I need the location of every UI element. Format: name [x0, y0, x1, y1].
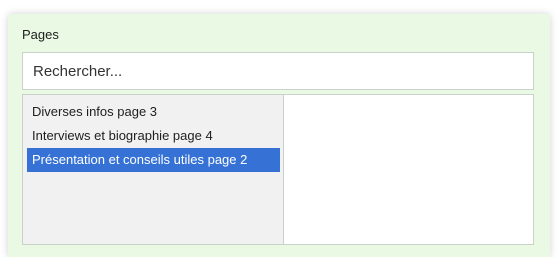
search-box [22, 52, 534, 90]
list-item[interactable]: Diverses infos page 3 [27, 100, 280, 124]
pages-panel: Pages Diverses infos page 3 Interviews e… [8, 14, 550, 257]
list-item-selected[interactable]: Présentation et conseils utiles page 2 [27, 148, 280, 172]
panel-title: Pages [22, 27, 59, 42]
dual-list-selector: Diverses infos page 3 Interviews et biog… [22, 94, 534, 245]
page-background: Pages Diverses infos page 3 Interviews e… [0, 0, 558, 257]
available-pages-list[interactable]: Diverses infos page 3 Interviews et biog… [23, 95, 284, 244]
search-input[interactable] [23, 53, 533, 89]
list-item[interactable]: Interviews et biographie page 4 [27, 124, 280, 148]
selected-pages-list[interactable] [284, 95, 533, 244]
